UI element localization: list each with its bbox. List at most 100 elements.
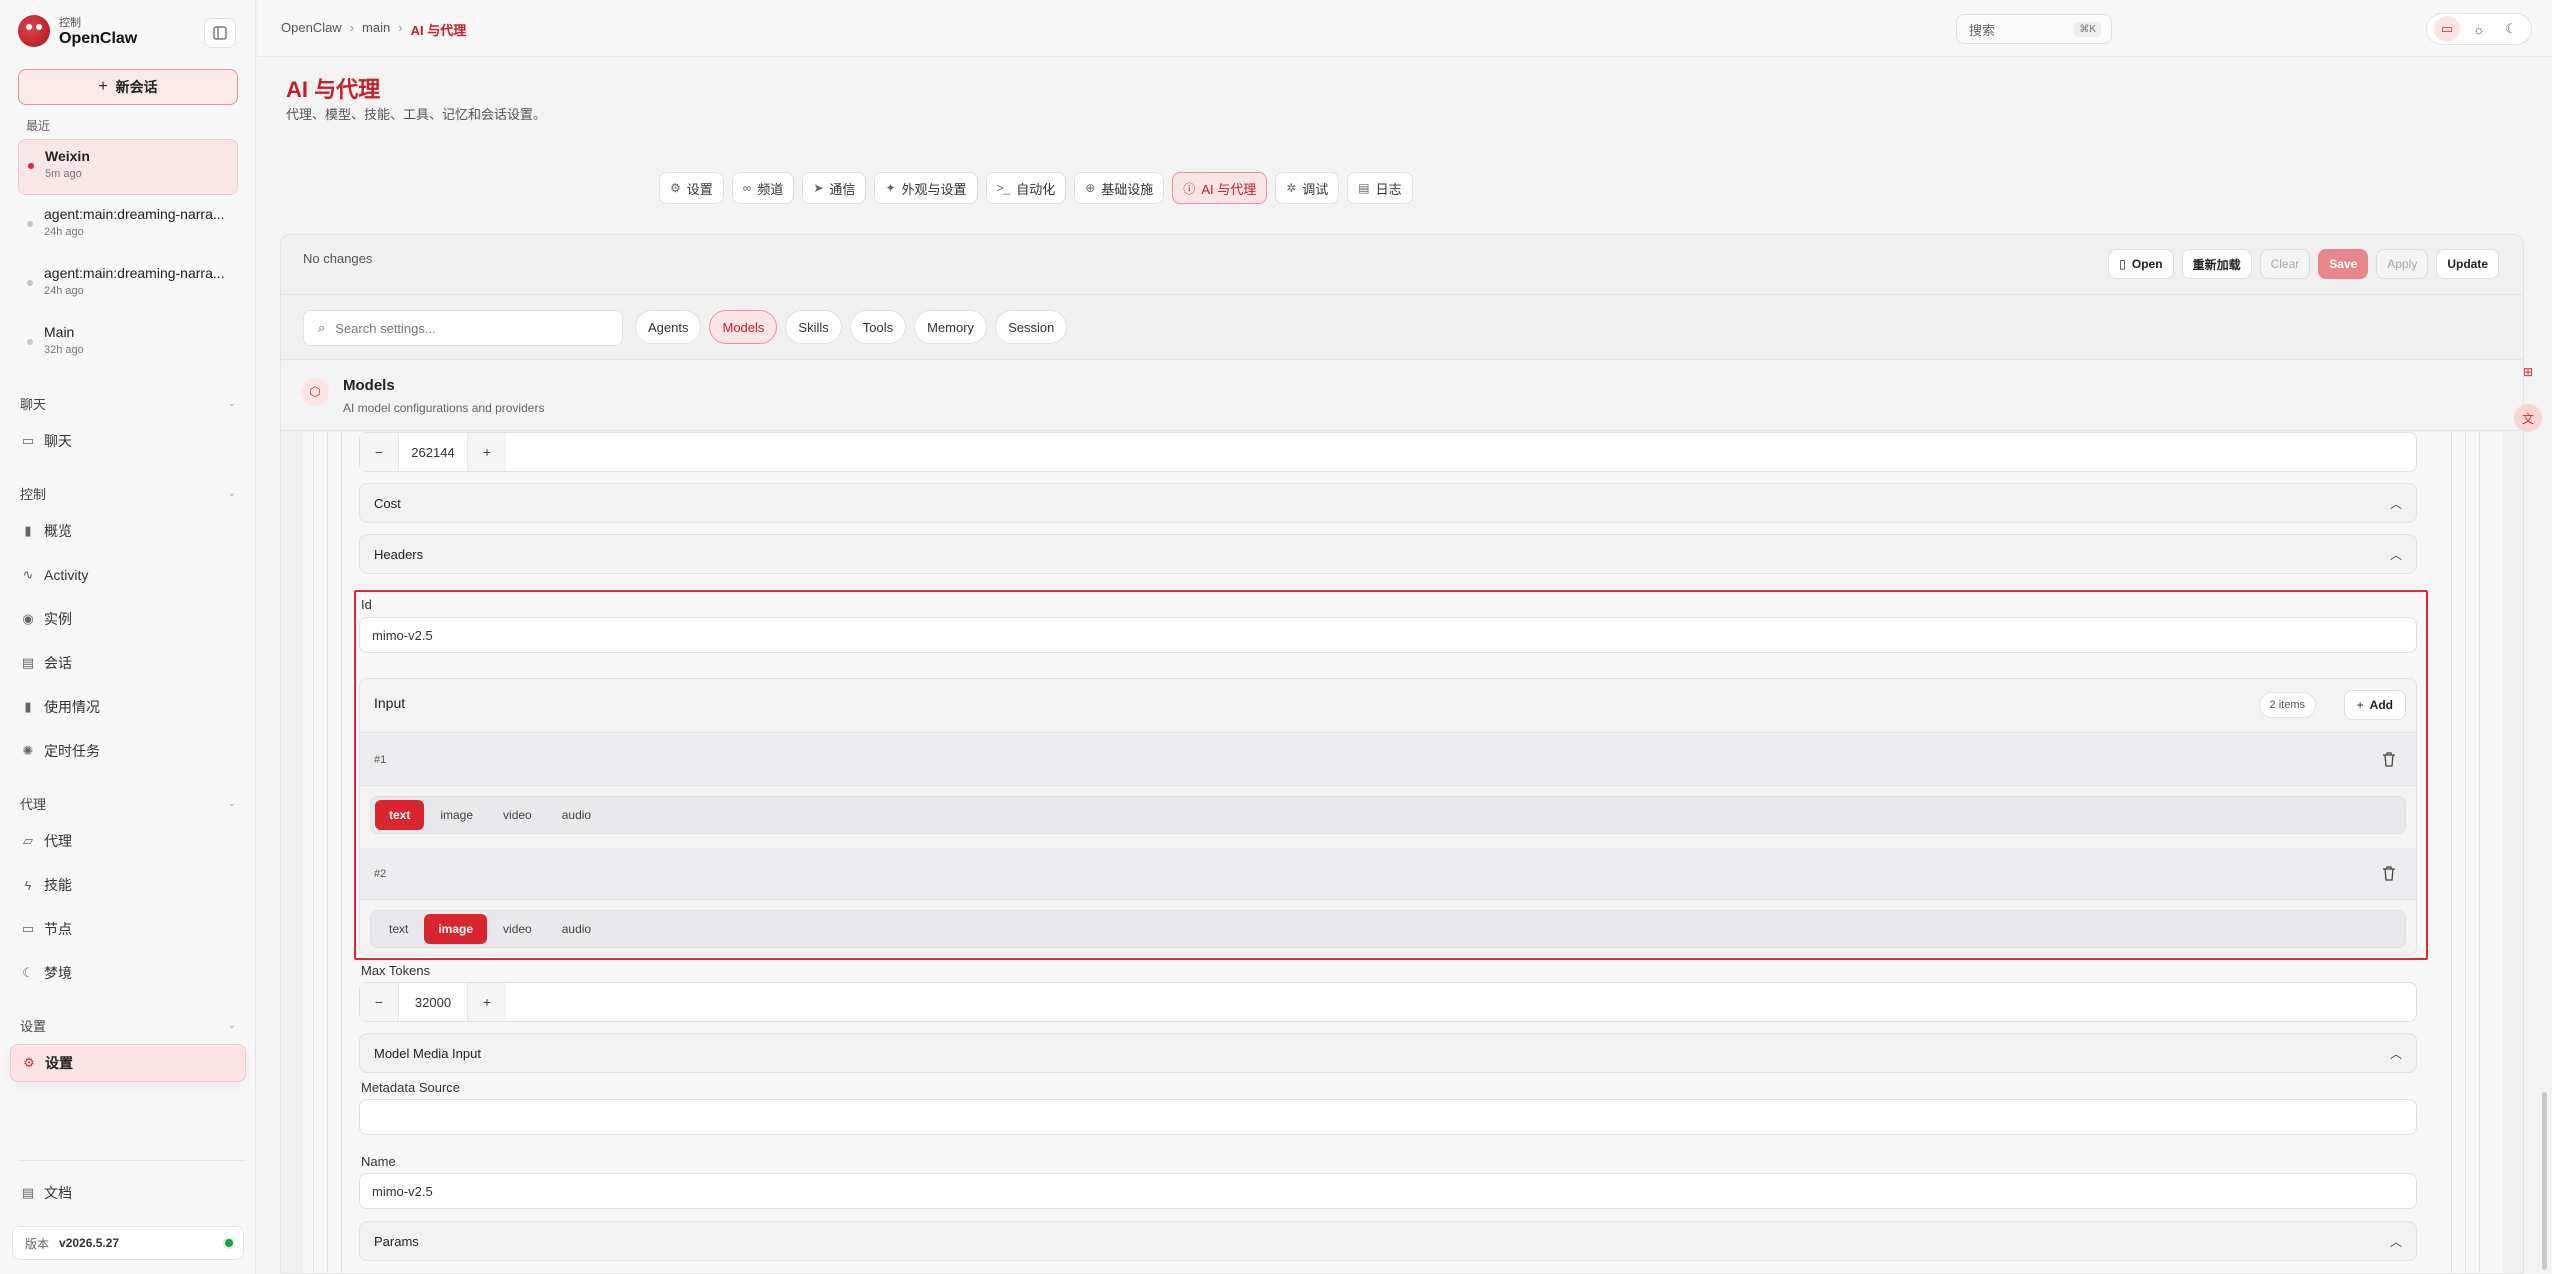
params-collapsible[interactable]: Params ︿ <box>359 1221 2417 1261</box>
chip-agents[interactable]: Agents <box>635 310 702 344</box>
input-array-header: Input 2 items + Add <box>360 679 2416 733</box>
option-image[interactable]: image <box>424 914 488 944</box>
button-label: Add <box>2369 698 2393 712</box>
tab-ai-agents[interactable]: ⓘ AI 与代理 <box>1172 172 1268 204</box>
context-window-stepper: − 262144 + <box>359 432 2417 472</box>
status-dot <box>27 339 33 345</box>
recent-time: 24h ago <box>44 226 84 238</box>
name-field[interactable]: mimo-v2.5 <box>359 1173 2417 1209</box>
clear-button[interactable]: Clear <box>2259 249 2311 279</box>
decrement-button[interactable]: − <box>360 433 398 471</box>
book-icon: ▤ <box>21 1185 35 1200</box>
save-button[interactable]: Save <box>2318 249 2369 279</box>
sidebar-item-settings[interactable]: ⚙ 设置 <box>10 1044 246 1082</box>
reload-button[interactable]: 重新加载 <box>2181 249 2252 279</box>
chip-memory[interactable]: Memory <box>914 310 988 344</box>
trash-icon[interactable] <box>2382 865 2396 881</box>
moon-icon[interactable]: ☾ <box>2498 16 2524 42</box>
chip-skills[interactable]: Skills <box>785 310 842 344</box>
option-audio[interactable]: audio <box>548 914 605 944</box>
scrollbar-thumb[interactable] <box>2542 1092 2547 1270</box>
translate-icon[interactable]: 文 <box>2514 404 2542 432</box>
chip-models[interactable]: Models <box>709 310 778 344</box>
tab-messaging[interactable]: ➤ 通信 <box>802 172 867 204</box>
input-type-selector: text image video audio <box>370 910 2406 948</box>
version-badge: 版本 v2026.5.27 <box>12 1226 244 1260</box>
group-settings-header[interactable]: 设置 ⌄ <box>20 1016 236 1035</box>
add-item-button[interactable]: + Add <box>2343 690 2406 720</box>
cost-collapsible[interactable]: Cost ︿ <box>359 483 2417 523</box>
chip-session[interactable]: Session <box>995 310 1068 344</box>
tab-debug[interactable]: ✲ 调试 <box>1275 172 1340 204</box>
sidebar-item-sessions[interactable]: ▤ 会话 <box>10 644 246 682</box>
group-agent-header[interactable]: 代理 ⌄ <box>20 794 236 813</box>
recent-item[interactable]: agent:main:dreaming-narra... 24h ago <box>18 257 238 313</box>
sidebar-item-label: 聊天 <box>44 433 72 449</box>
sidebar-item-usage[interactable]: ▮ 使用情况 <box>10 688 246 726</box>
brand-subtitle: 控制 <box>59 17 81 29</box>
id-field[interactable]: mimo-v2.5 <box>359 617 2417 653</box>
status-dot <box>27 221 33 227</box>
sidebar-item-label: 文档 <box>44 1185 72 1201</box>
recent-item[interactable]: agent:main:dreaming-narra... 24h ago <box>18 198 238 254</box>
model-media-input-collapsible[interactable]: Model Media Input ︿ <box>359 1033 2417 1073</box>
open-button[interactable]: ▯ Open <box>2108 249 2174 279</box>
tab-logs[interactable]: ▤ 日志 <box>1347 172 1413 204</box>
group-chat-header[interactable]: 聊天 ⌄ <box>20 394 236 413</box>
page-subtitle: 代理、模型、技能、工具、记忆和会话设置。 <box>286 107 547 122</box>
apps-icon[interactable]: ⊞ <box>2514 358 2542 386</box>
sidebar-item-label: 节点 <box>44 921 72 937</box>
trash-icon[interactable] <box>2382 751 2396 767</box>
update-button[interactable]: Update <box>2436 249 2499 279</box>
sidebar-item-docs[interactable]: ▤ 文档 <box>10 1174 246 1212</box>
sidebar-item-cron[interactable]: ✺ 定时任务 <box>10 732 246 770</box>
sidebar-item-skills[interactable]: ϟ 技能 <box>10 866 246 904</box>
option-audio[interactable]: audio <box>548 800 605 830</box>
headers-collapsible[interactable]: Headers ︿ <box>359 534 2417 574</box>
sidebar-item-chat[interactable]: ▭ 聊天 <box>10 422 246 460</box>
group-label: 代理 <box>20 797 47 812</box>
option-video[interactable]: video <box>489 914 546 944</box>
breadcrumb-item[interactable]: OpenClaw <box>281 20 342 39</box>
settings-search-input[interactable]: ⌕ Search settings... <box>303 310 623 346</box>
option-image[interactable]: image <box>426 800 487 830</box>
sidebar-item-agents[interactable]: ▱ 代理 <box>10 822 246 860</box>
page-title: AI 与代理 <box>286 77 381 102</box>
breadcrumb-item[interactable]: main <box>362 20 390 39</box>
collapse-sidebar-button[interactable] <box>204 18 236 48</box>
increment-button[interactable]: + <box>468 983 506 1021</box>
brand-name: OpenClaw <box>59 30 138 47</box>
option-video[interactable]: video <box>489 800 546 830</box>
sun-icon[interactable]: ☼ <box>2466 16 2492 42</box>
option-text[interactable]: text <box>375 914 422 944</box>
tab-label: 外观与设置 <box>901 181 967 197</box>
metadata-source-field[interactable] <box>359 1099 2417 1135</box>
sidebar-item-label: 会话 <box>44 655 72 671</box>
apply-button[interactable]: Apply <box>2376 249 2429 279</box>
new-chat-button[interactable]: + 新会话 <box>18 69 238 105</box>
sidebar-item-label: Activity <box>44 567 89 583</box>
sidebar-item-nodes[interactable]: ▭ 节点 <box>10 910 246 948</box>
top-bar: OpenClaw › main › AI 与代理 <box>257 0 2552 57</box>
global-search-input[interactable]: 搜索 ⌘K <box>1956 14 2112 44</box>
option-text[interactable]: text <box>375 800 425 830</box>
monitor-icon[interactable]: ▭ <box>2434 16 2460 42</box>
recent-item[interactable]: Main 32h ago <box>18 316 238 372</box>
group-control-header[interactable]: 控制 ⌄ <box>20 484 236 503</box>
tab-appearance[interactable]: ✦ 外观与设置 <box>874 172 978 204</box>
tab-infrastructure[interactable]: ⊕ 基础设施 <box>1074 172 1165 204</box>
stepper-value[interactable]: 262144 <box>398 433 468 471</box>
brand[interactable]: 控制 OpenClaw <box>18 14 137 48</box>
sidebar-item-overview[interactable]: ▮ 概览 <box>10 512 246 550</box>
sidebar-item-activity[interactable]: ∿ Activity <box>10 556 246 594</box>
tab-automation[interactable]: >_ 自动化 <box>985 172 1067 204</box>
sidebar-item-dreams[interactable]: ☾ 梦境 <box>10 954 246 992</box>
tab-settings[interactable]: ⚙ 设置 <box>659 172 724 204</box>
decrement-button[interactable]: − <box>360 983 398 1021</box>
recent-item[interactable]: Weixin 5m ago <box>18 139 238 195</box>
chip-tools[interactable]: Tools <box>849 310 907 344</box>
sidebar-item-instances[interactable]: ◉ 实例 <box>10 600 246 638</box>
increment-button[interactable]: + <box>468 433 506 471</box>
tab-channels[interactable]: ∞ 频道 <box>731 172 795 204</box>
stepper-value[interactable]: 32000 <box>398 983 468 1021</box>
